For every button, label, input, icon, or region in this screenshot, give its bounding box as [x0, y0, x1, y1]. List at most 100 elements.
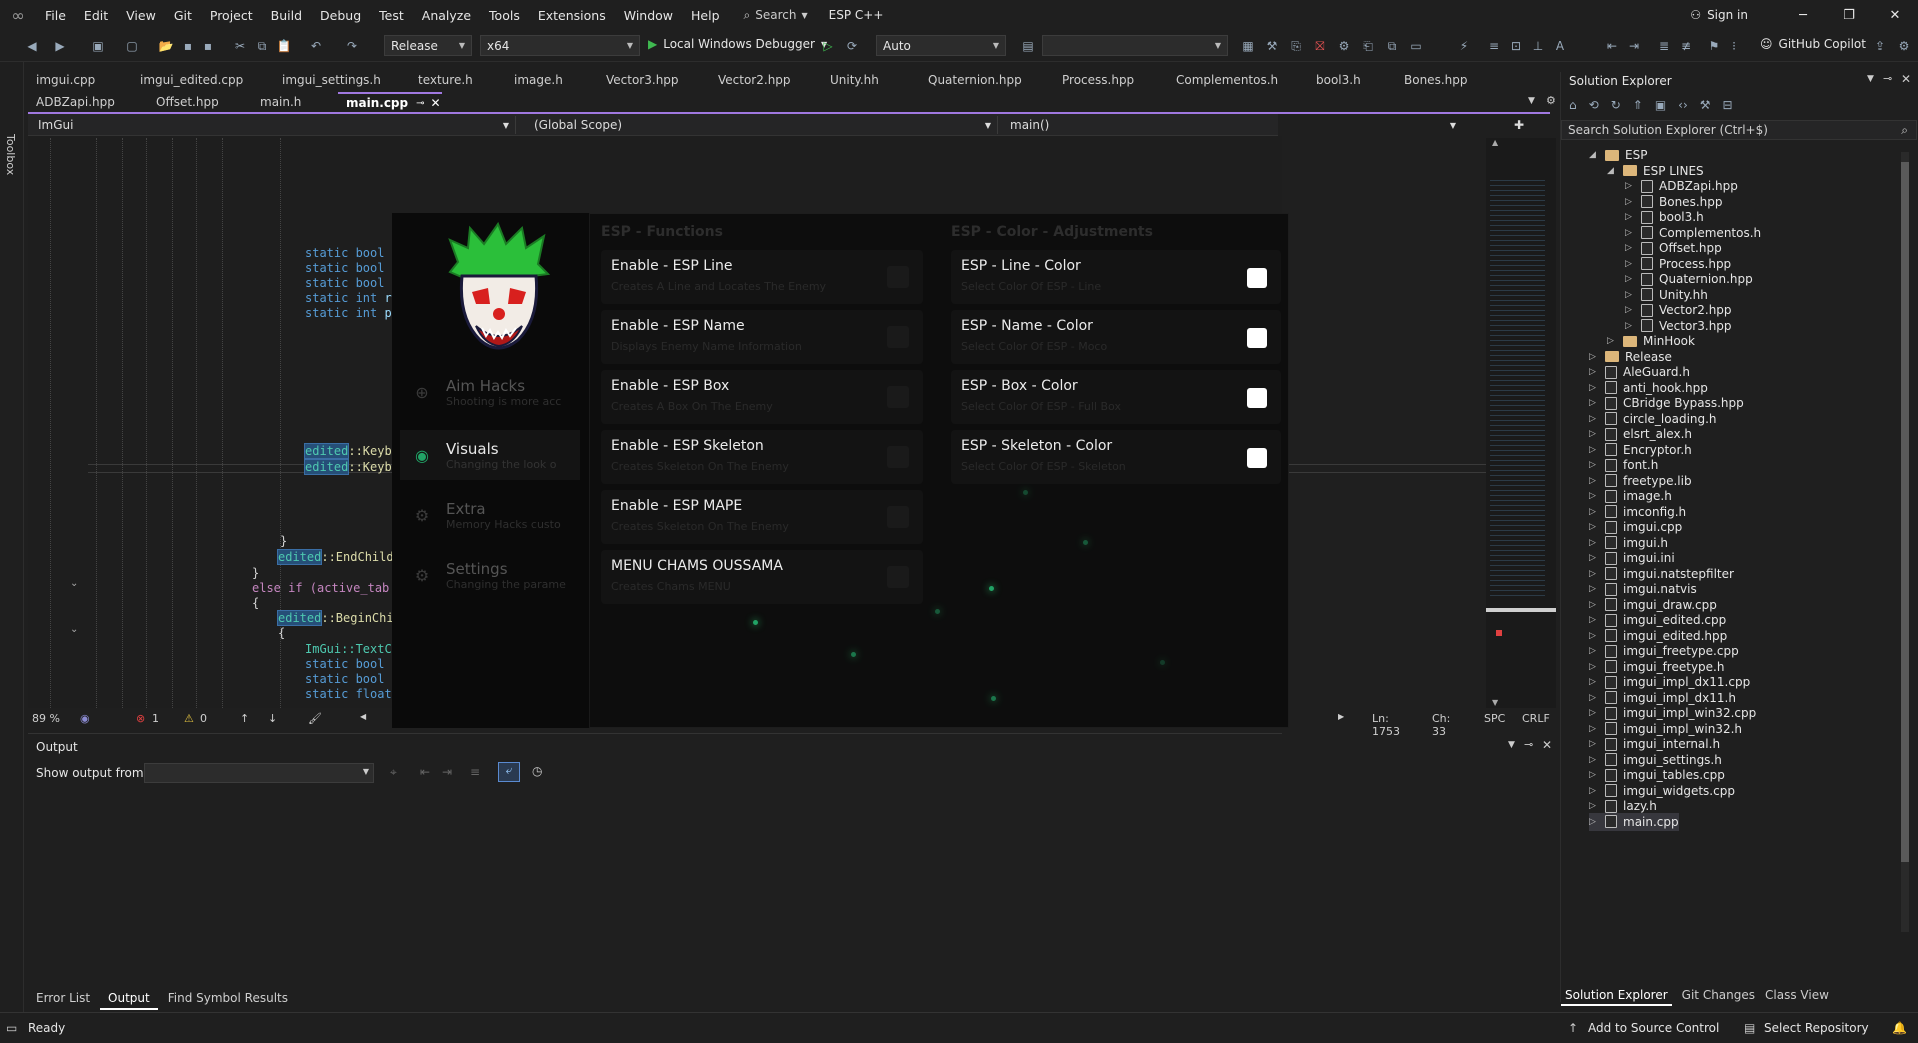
clear-all-icon[interactable]: ≡	[470, 765, 480, 779]
pin-icon[interactable]: ⊸	[416, 98, 424, 109]
prev-message-icon[interactable]: ⇤	[420, 765, 430, 779]
tab-find-symbol-results[interactable]: Find Symbol Results	[160, 990, 296, 1010]
collapse-all-icon[interactable]: ⇑	[1633, 98, 1643, 112]
tab-overflow-icon[interactable]: ▼	[1528, 96, 1535, 106]
chevron-right-icon[interactable]: ▷	[1589, 445, 1599, 455]
tab-error-list[interactable]: Error List	[28, 990, 98, 1010]
toolbar-icon-11[interactable]: ⊡	[1508, 38, 1524, 54]
toolbar-icon-7[interactable]: ⧉	[1384, 38, 1400, 54]
new-project-icon[interactable]: ▣	[90, 38, 106, 54]
color-swatch[interactable]	[1247, 448, 1267, 468]
chevron-right-icon[interactable]: ▷	[1589, 491, 1599, 501]
panel-dropdown-icon[interactable]: ▼	[1508, 740, 1515, 750]
checkbox[interactable]	[887, 386, 909, 408]
start-without-debugging-icon[interactable]: ▷	[820, 38, 836, 54]
checkbox[interactable]	[887, 266, 909, 288]
nav-visuals[interactable]: ◉ Visuals Changing the look o	[400, 430, 580, 480]
paste-icon[interactable]: 📋	[276, 38, 292, 54]
tab-bones-hpp[interactable]: Bones.hpp	[1396, 70, 1492, 90]
chevron-right-icon[interactable]: ▷	[1589, 739, 1599, 749]
save-all-icon[interactable]: ▪	[200, 38, 216, 54]
chevron-right-icon[interactable]: ▷	[1589, 476, 1599, 486]
more-icon[interactable]: ⁝	[1726, 38, 1742, 54]
search-button[interactable]: ⌕ Search ▼	[735, 8, 817, 23]
chevron-right-icon[interactable]: ▷	[1607, 336, 1617, 346]
share-icon[interactable]: ⇪	[1872, 38, 1888, 54]
indentation-mode[interactable]: SPC	[1484, 712, 1505, 725]
chevron-right-icon[interactable]: ▷	[1589, 522, 1599, 532]
chevron-right-icon[interactable]: ▷	[1589, 801, 1599, 811]
menu-window[interactable]: Window	[615, 8, 682, 23]
panel-dropdown-icon[interactable]: ▼	[1867, 74, 1874, 84]
toolbar-icon-2[interactable]: ⚒	[1264, 38, 1280, 54]
minimap-viewport[interactable]	[1486, 608, 1556, 612]
add-to-source-control[interactable]: Add to Source Control	[1588, 1021, 1719, 1035]
menu-debug[interactable]: Debug	[311, 8, 370, 23]
toolbar-icon-3[interactable]: ⎘	[1288, 38, 1304, 54]
menu-git[interactable]: Git	[165, 8, 201, 23]
chevron-right-icon[interactable]: ▷	[1589, 600, 1599, 610]
chevron-right-icon[interactable]: ▷	[1589, 553, 1599, 563]
nav-extra[interactable]: ⚙ Extra Memory Hacks custo	[400, 490, 580, 540]
menu-view[interactable]: View	[117, 8, 165, 23]
chevron-down-icon[interactable]: ◢	[1607, 166, 1617, 176]
scroll-left-icon[interactable]: ◀	[360, 712, 366, 721]
chevron-right-icon[interactable]: ▷	[1589, 584, 1599, 594]
brush-icon[interactable]: 🖌	[308, 712, 322, 725]
tab-complementos-h[interactable]: Complementos.h	[1168, 70, 1308, 90]
settings-icon[interactable]: ⚙	[1896, 38, 1912, 54]
configuration-select[interactable]: Release ▼	[384, 35, 472, 56]
tab-output[interactable]: Output	[100, 990, 158, 1010]
scroll-up-icon[interactable]: ▲	[1492, 138, 1498, 147]
chevron-right-icon[interactable]: ▷	[1589, 708, 1599, 718]
bookmark-icon[interactable]: ⚑	[1706, 38, 1722, 54]
chevron-right-icon[interactable]: ▷	[1589, 429, 1599, 439]
chevron-right-icon[interactable]: ▷	[1589, 538, 1599, 548]
outdent-icon[interactable]: ⇤	[1604, 38, 1620, 54]
tab-texture-h[interactable]: texture.h	[410, 70, 506, 90]
color-esp-box[interactable]: ESP - Box - Color Select Color Of ESP - …	[951, 370, 1281, 424]
tab-main-cpp[interactable]: main.cpp ⊸ ✕	[338, 92, 442, 112]
checkbox[interactable]	[887, 446, 909, 468]
arrow-up-icon[interactable]: ↑	[240, 712, 249, 725]
menu-file[interactable]: File	[36, 8, 75, 23]
toolbar-icon-12[interactable]: ⊥	[1530, 38, 1546, 54]
tab-quaternion-hpp[interactable]: Quaternion.hpp	[920, 70, 1054, 90]
redo-icon[interactable]: ↷	[344, 38, 360, 54]
split-icon[interactable]: ✚	[1508, 116, 1536, 134]
new-file-icon[interactable]: ▢	[124, 38, 140, 54]
minimap[interactable]	[1486, 138, 1556, 708]
tab-imgui-cpp[interactable]: imgui.cpp	[28, 70, 132, 90]
close-button[interactable]: ✕	[1872, 0, 1918, 30]
tab-imgui-settings-h[interactable]: imgui_settings.h	[274, 70, 410, 90]
toolbar-icon-4[interactable]: ⛝	[1312, 38, 1328, 54]
github-copilot-button[interactable]: ☺ GitHub Copilot	[1760, 37, 1866, 51]
chevron-right-icon[interactable]: ▷	[1589, 724, 1599, 734]
toolbar-icon-10[interactable]: ≡	[1486, 38, 1502, 54]
pin-icon[interactable]: ⊸	[1883, 72, 1892, 85]
toolbar-icon-9[interactable]: ⚡	[1456, 38, 1472, 54]
chevron-right-icon[interactable]: ▷	[1589, 646, 1599, 656]
chevron-right-icon[interactable]: ▷	[1589, 569, 1599, 579]
menu-build[interactable]: Build	[262, 8, 311, 23]
checkbox[interactable]	[887, 326, 909, 348]
tab-image-h[interactable]: image.h	[506, 70, 598, 90]
toolbar-icon-8[interactable]: ▭	[1408, 38, 1424, 54]
uncomment-icon[interactable]: ≢	[1678, 38, 1694, 54]
tree-scrollbar[interactable]	[1901, 152, 1909, 932]
chevron-right-icon[interactable]: ▷	[1589, 460, 1599, 470]
line-endings[interactable]: CRLF	[1522, 712, 1550, 725]
tab-vector3-hpp[interactable]: Vector3.hpp	[598, 70, 710, 90]
save-icon[interactable]: ▪	[180, 38, 196, 54]
chevron-right-icon[interactable]: ▷	[1589, 383, 1599, 393]
chevron-right-icon[interactable]: ▷	[1589, 352, 1599, 362]
properties-icon[interactable]: ⚒	[1700, 98, 1711, 112]
close-panel-icon[interactable]: ✕	[1542, 738, 1552, 752]
nav-settings[interactable]: ⚙ Settings Changing the parame	[400, 550, 580, 600]
chevron-down-icon[interactable]: ◢	[1589, 150, 1599, 160]
color-esp-name[interactable]: ESP - Name - Color Select Color Of ESP -…	[951, 310, 1281, 364]
tab-bool3-h[interactable]: bool3.h	[1308, 70, 1396, 90]
toggle-esp-line[interactable]: Enable - ESP Line Creates A Line and Loc…	[601, 250, 923, 304]
tab-git-changes[interactable]: Git Changes	[1682, 988, 1755, 1006]
chevron-right-icon[interactable]: ▷	[1625, 274, 1635, 284]
